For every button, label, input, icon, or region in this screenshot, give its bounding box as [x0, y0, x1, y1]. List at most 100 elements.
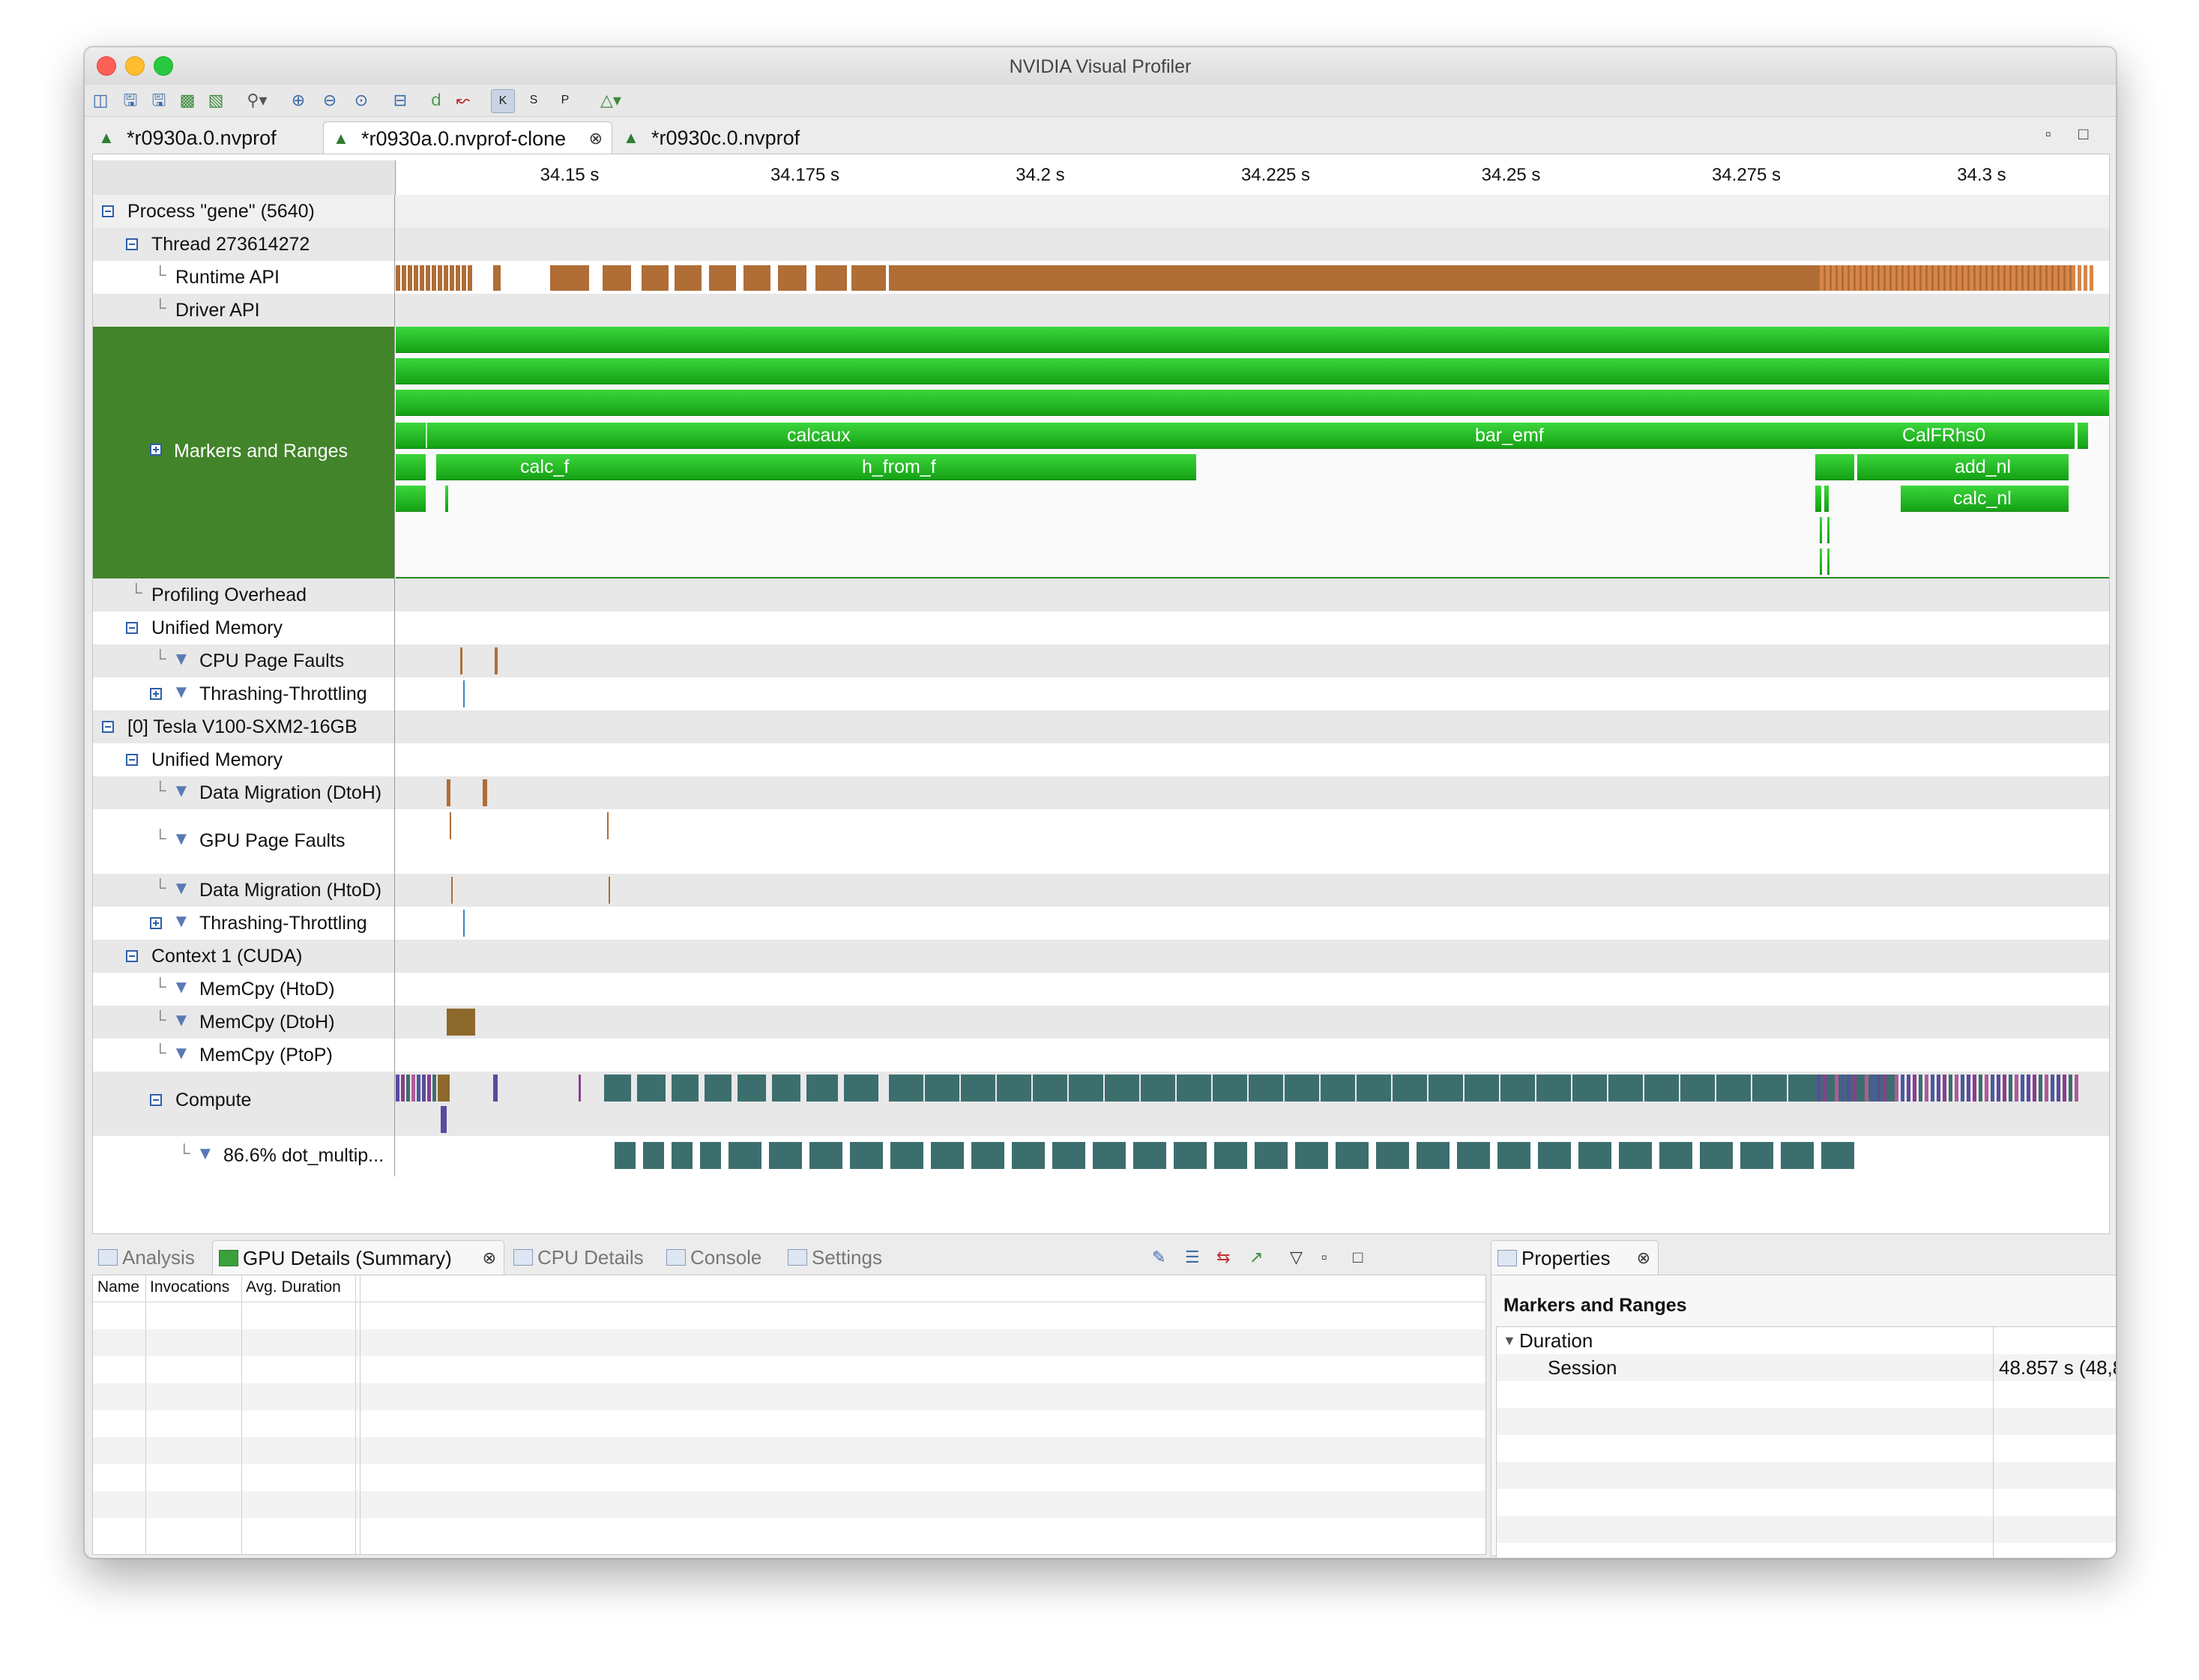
row-markers-ranges[interactable]: Markers and Ranges calcaux bar_emf CalFR… [93, 327, 2109, 578]
filter-funnel-icon[interactable]: ▼ [172, 977, 190, 998]
tab-settings[interactable]: Settings [782, 1240, 902, 1275]
filter-funnel-icon[interactable]: ▼ [172, 829, 190, 850]
kernel-event[interactable] [1823, 1075, 1827, 1102]
expand-icon[interactable] [150, 688, 162, 700]
runtime-api-call[interactable] [1832, 265, 1835, 291]
runtime-api-call[interactable] [550, 265, 589, 291]
disclosure-triangle-icon[interactable]: ▼ [1503, 1327, 1516, 1354]
new-session-icon[interactable]: ◫ [89, 89, 112, 112]
kernel-event[interactable] [2045, 1075, 2048, 1102]
runtime-api-call[interactable] [815, 265, 847, 291]
runtime-api-call[interactable] [462, 265, 466, 291]
kernel-event[interactable] [961, 1075, 995, 1102]
runtime-api-track[interactable] [396, 265, 2109, 291]
kernel-event[interactable] [1991, 1075, 1994, 1102]
row-driver-api[interactable]: └ Driver API [93, 294, 2109, 327]
migration-event[interactable] [447, 779, 450, 806]
tab-gpu-details[interactable]: GPU Details (Summary) ⊗ [212, 1240, 504, 1275]
kernel-event[interactable] [1393, 1075, 1427, 1102]
marker-range-bar[interactable] [396, 390, 2109, 416]
marker-range-bar[interactable] [396, 454, 426, 480]
kernel-event[interactable] [1871, 1075, 1874, 1102]
runtime-api-call[interactable] [1916, 265, 1919, 291]
runtime-api-call[interactable] [1862, 265, 1865, 291]
marker-range-bar[interactable] [1820, 517, 1822, 543]
kernel-event[interactable] [1465, 1075, 1499, 1102]
migration-event[interactable] [451, 877, 453, 904]
kernel-event[interactable] [2039, 1075, 2042, 1102]
filter-funnel-icon[interactable]: ▼ [172, 911, 190, 932]
zoom-fit-icon[interactable]: ⊙ [350, 89, 372, 112]
kernel-event[interactable] [844, 1075, 878, 1102]
row-runtime-api[interactable]: └ Runtime API [93, 261, 2109, 294]
layout-icon[interactable]: ☰ [1185, 1248, 1200, 1267]
marker-range-bar[interactable] [396, 327, 2109, 353]
kernel-event[interactable] [1829, 1075, 1832, 1102]
kernel-event[interactable] [1255, 1142, 1288, 1169]
kernel-event[interactable] [1497, 1142, 1530, 1169]
kernel-event[interactable] [1853, 1075, 1856, 1102]
marker-range-bar[interactable] [2078, 423, 2088, 449]
row-device[interactable]: [0] Tesla V100-SXM2-16GB [93, 710, 2109, 743]
maximize-editor-icon[interactable]: □ [2078, 124, 2088, 144]
zoom-out-icon[interactable]: ⊖ [319, 89, 341, 112]
kernel-event[interactable] [1538, 1142, 1571, 1169]
kernel-event[interactable] [1752, 1075, 1787, 1102]
runtime-api-call[interactable] [2066, 265, 2069, 291]
kernel-event[interactable] [1817, 1075, 1821, 1102]
filter-funnel-icon[interactable]: ▼ [172, 682, 190, 703]
runtime-api-call[interactable] [1820, 265, 1824, 291]
column-header-name[interactable]: Name [97, 1278, 139, 1296]
marker-range-bar[interactable] [1815, 486, 1821, 512]
kernel-event[interactable] [1967, 1075, 1970, 1102]
kernel-event[interactable] [1821, 1142, 1854, 1169]
kernel-event[interactable] [1608, 1075, 1643, 1102]
collapse-icon[interactable] [102, 721, 114, 733]
marker-range-bar[interactable] [1827, 549, 1830, 575]
kernel-event[interactable] [432, 1075, 436, 1102]
runtime-api-call[interactable] [851, 265, 886, 291]
page-fault-event[interactable] [450, 812, 451, 839]
kernel-event[interactable] [1213, 1075, 1247, 1102]
marker-range-bar[interactable] [396, 486, 426, 512]
kernel-event[interactable] [1133, 1142, 1166, 1169]
memcpy-event[interactable] [447, 1009, 475, 1036]
marker-range-bar[interactable] [445, 486, 448, 512]
column-header-avg-duration[interactable]: Avg. Duration [246, 1278, 341, 1296]
throttle-event[interactable] [463, 910, 465, 937]
runtime-api-call[interactable] [408, 265, 412, 291]
collapse-icon[interactable] [126, 622, 138, 634]
runtime-api-call[interactable] [1970, 265, 1973, 291]
row-profiling-overhead[interactable]: └ Profiling Overhead [93, 578, 2109, 611]
kernel-event[interactable] [705, 1075, 732, 1102]
kernel-event[interactable] [1700, 1142, 1733, 1169]
kernel-event[interactable] [889, 1075, 923, 1102]
kernel-event[interactable] [729, 1142, 761, 1169]
kernel-event[interactable] [1841, 1075, 1844, 1102]
runtime-api-call[interactable] [1826, 265, 1830, 291]
runtime-api-call[interactable] [438, 265, 442, 291]
row-kernel[interactable]: └ ▼ 86.6% dot_multip... [93, 1136, 2109, 1176]
kernel-event[interactable] [1376, 1142, 1409, 1169]
kernel-event[interactable] [1949, 1075, 1952, 1102]
kernel-event[interactable] [809, 1142, 842, 1169]
runtime-api-call[interactable] [743, 265, 770, 291]
kernel-event[interactable] [1336, 1142, 1369, 1169]
kernel-event[interactable] [2057, 1075, 2060, 1102]
zoom-in-icon[interactable]: ⊕ [287, 89, 310, 112]
runtime-api-call[interactable] [1898, 265, 1901, 291]
range-bar-add-nl[interactable]: add_nl [1857, 454, 2069, 480]
kernel-event[interactable] [971, 1142, 1004, 1169]
runtime-api-call[interactable] [1982, 265, 1985, 291]
save-as-icon[interactable]: 🖫 [148, 89, 170, 112]
tab-cpu-details[interactable]: CPU Details [507, 1240, 657, 1275]
kernel-event[interactable] [1105, 1075, 1139, 1102]
page-fault-event[interactable] [460, 647, 462, 674]
row-data-migration-htod[interactable]: └ ▼ Data Migration (HtoD) [93, 874, 2109, 907]
migration-event[interactable] [609, 877, 610, 904]
runtime-api-call[interactable] [1892, 265, 1895, 291]
kernel-event[interactable] [1889, 1075, 1892, 1102]
runtime-api-call[interactable] [2018, 265, 2021, 291]
property-row[interactable]: Session 48.857 s (48,857,1... [1497, 1354, 2116, 1381]
maximize-view-icon[interactable]: □ [1353, 1248, 1363, 1267]
